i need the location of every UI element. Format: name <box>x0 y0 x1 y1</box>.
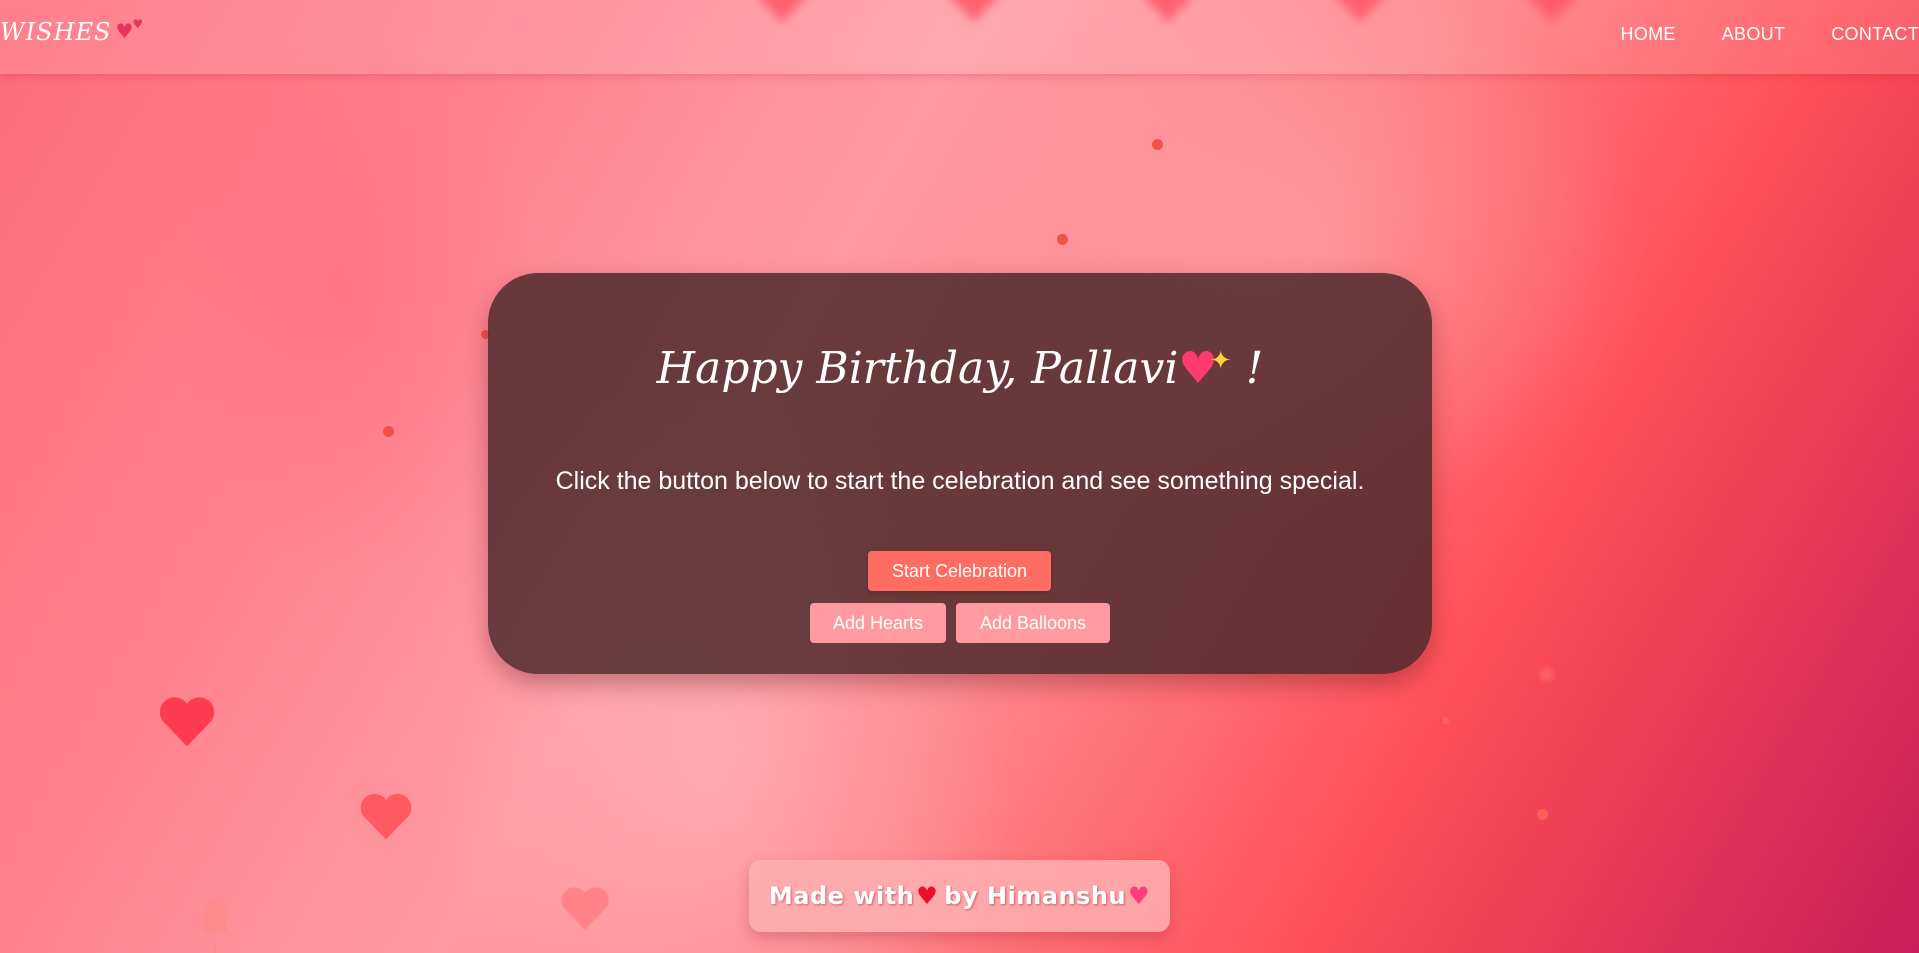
top-navbar: WISHES ♥♥ HOME ABOUT CONTACT <box>0 0 1919 74</box>
start-celebration-button[interactable]: Start Celebration <box>868 551 1051 591</box>
confetti-dot <box>383 426 394 437</box>
nav-about-link[interactable]: ABOUT <box>1722 24 1786 45</box>
logo-text: WISHES <box>0 18 112 46</box>
nav-contact-link[interactable]: CONTACT <box>1831 24 1919 45</box>
main-nav: HOME ABOUT CONTACT <box>1575 24 1919 45</box>
title-exclamation: ! <box>1245 343 1264 394</box>
heart-icon <box>561 887 609 930</box>
footer-made-with: Made with <box>768 882 915 910</box>
add-balloons-button[interactable]: Add Balloons <box>956 603 1110 643</box>
confetti-dot <box>1537 809 1548 820</box>
confetti-dot <box>1057 234 1068 245</box>
sparkle-icon: ✦ <box>1209 346 1232 376</box>
footer-credit: Made with ♥ by Himanshu ♥ <box>749 860 1170 932</box>
birthday-card: Happy Birthday, Pallavi♥✦ ! Click the bu… <box>488 273 1432 674</box>
add-hearts-button[interactable]: Add Hearts <box>810 603 946 643</box>
confetti-dot <box>1442 717 1449 724</box>
card-subtitle: Click the button below to start the cele… <box>555 467 1365 495</box>
heart-icon <box>159 697 215 747</box>
card-title: Happy Birthday, Pallavi♥✦ ! <box>488 343 1432 394</box>
title-text: Happy Birthday, Pallavi <box>656 343 1179 394</box>
balloon-icon <box>203 902 227 953</box>
heart-icon <box>360 793 412 840</box>
confetti-dot <box>1152 139 1163 150</box>
nav-home-link[interactable]: HOME <box>1621 24 1676 45</box>
red-heart-icon: ♥ <box>916 882 939 910</box>
confetti-dot <box>1540 668 1554 682</box>
footer-author: by Himanshu <box>944 882 1127 910</box>
site-logo[interactable]: WISHES ♥♥ <box>0 17 145 46</box>
two-hearts-icon: ♥ <box>1128 882 1151 910</box>
two-hearts-icon: ♥♥ <box>115 17 145 43</box>
